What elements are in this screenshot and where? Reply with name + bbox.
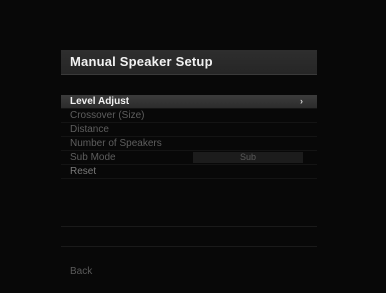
chevron-right-icon: › — [300, 96, 303, 106]
menu-item-number-of-speakers[interactable]: Number of Speakers — [61, 137, 317, 151]
page-title: Manual Speaker Setup — [70, 54, 213, 69]
divider — [61, 226, 317, 227]
menu-item-level-adjust[interactable]: Level Adjust › — [61, 95, 317, 109]
menu-item-label: Crossover (Size) — [70, 110, 145, 121]
back-button[interactable]: Back — [70, 266, 92, 277]
menu-item-label: Sub Mode — [70, 152, 116, 163]
screen: Manual Speaker Setup Level Adjust › Cros… — [0, 0, 386, 293]
divider — [61, 246, 317, 247]
menu-item-crossover[interactable]: Crossover (Size) — [61, 109, 317, 123]
settings-menu: Level Adjust › Crossover (Size) Distance… — [61, 95, 317, 179]
menu-item-label: Distance — [70, 124, 109, 135]
menu-item-reset[interactable]: Reset — [61, 165, 317, 179]
speaker-setup-panel: Manual Speaker Setup Level Adjust › Cros… — [61, 50, 317, 285]
sub-mode-value[interactable]: Sub — [193, 152, 303, 163]
menu-item-label: Number of Speakers — [70, 138, 162, 149]
menu-item-label: Level Adjust — [70, 96, 130, 107]
menu-item-sub-mode[interactable]: Sub Mode Sub — [61, 151, 317, 165]
menu-item-label: Reset — [70, 166, 97, 177]
menu-item-distance[interactable]: Distance — [61, 123, 317, 137]
title-divider — [61, 74, 317, 75]
title-bar: Manual Speaker Setup — [61, 50, 317, 74]
